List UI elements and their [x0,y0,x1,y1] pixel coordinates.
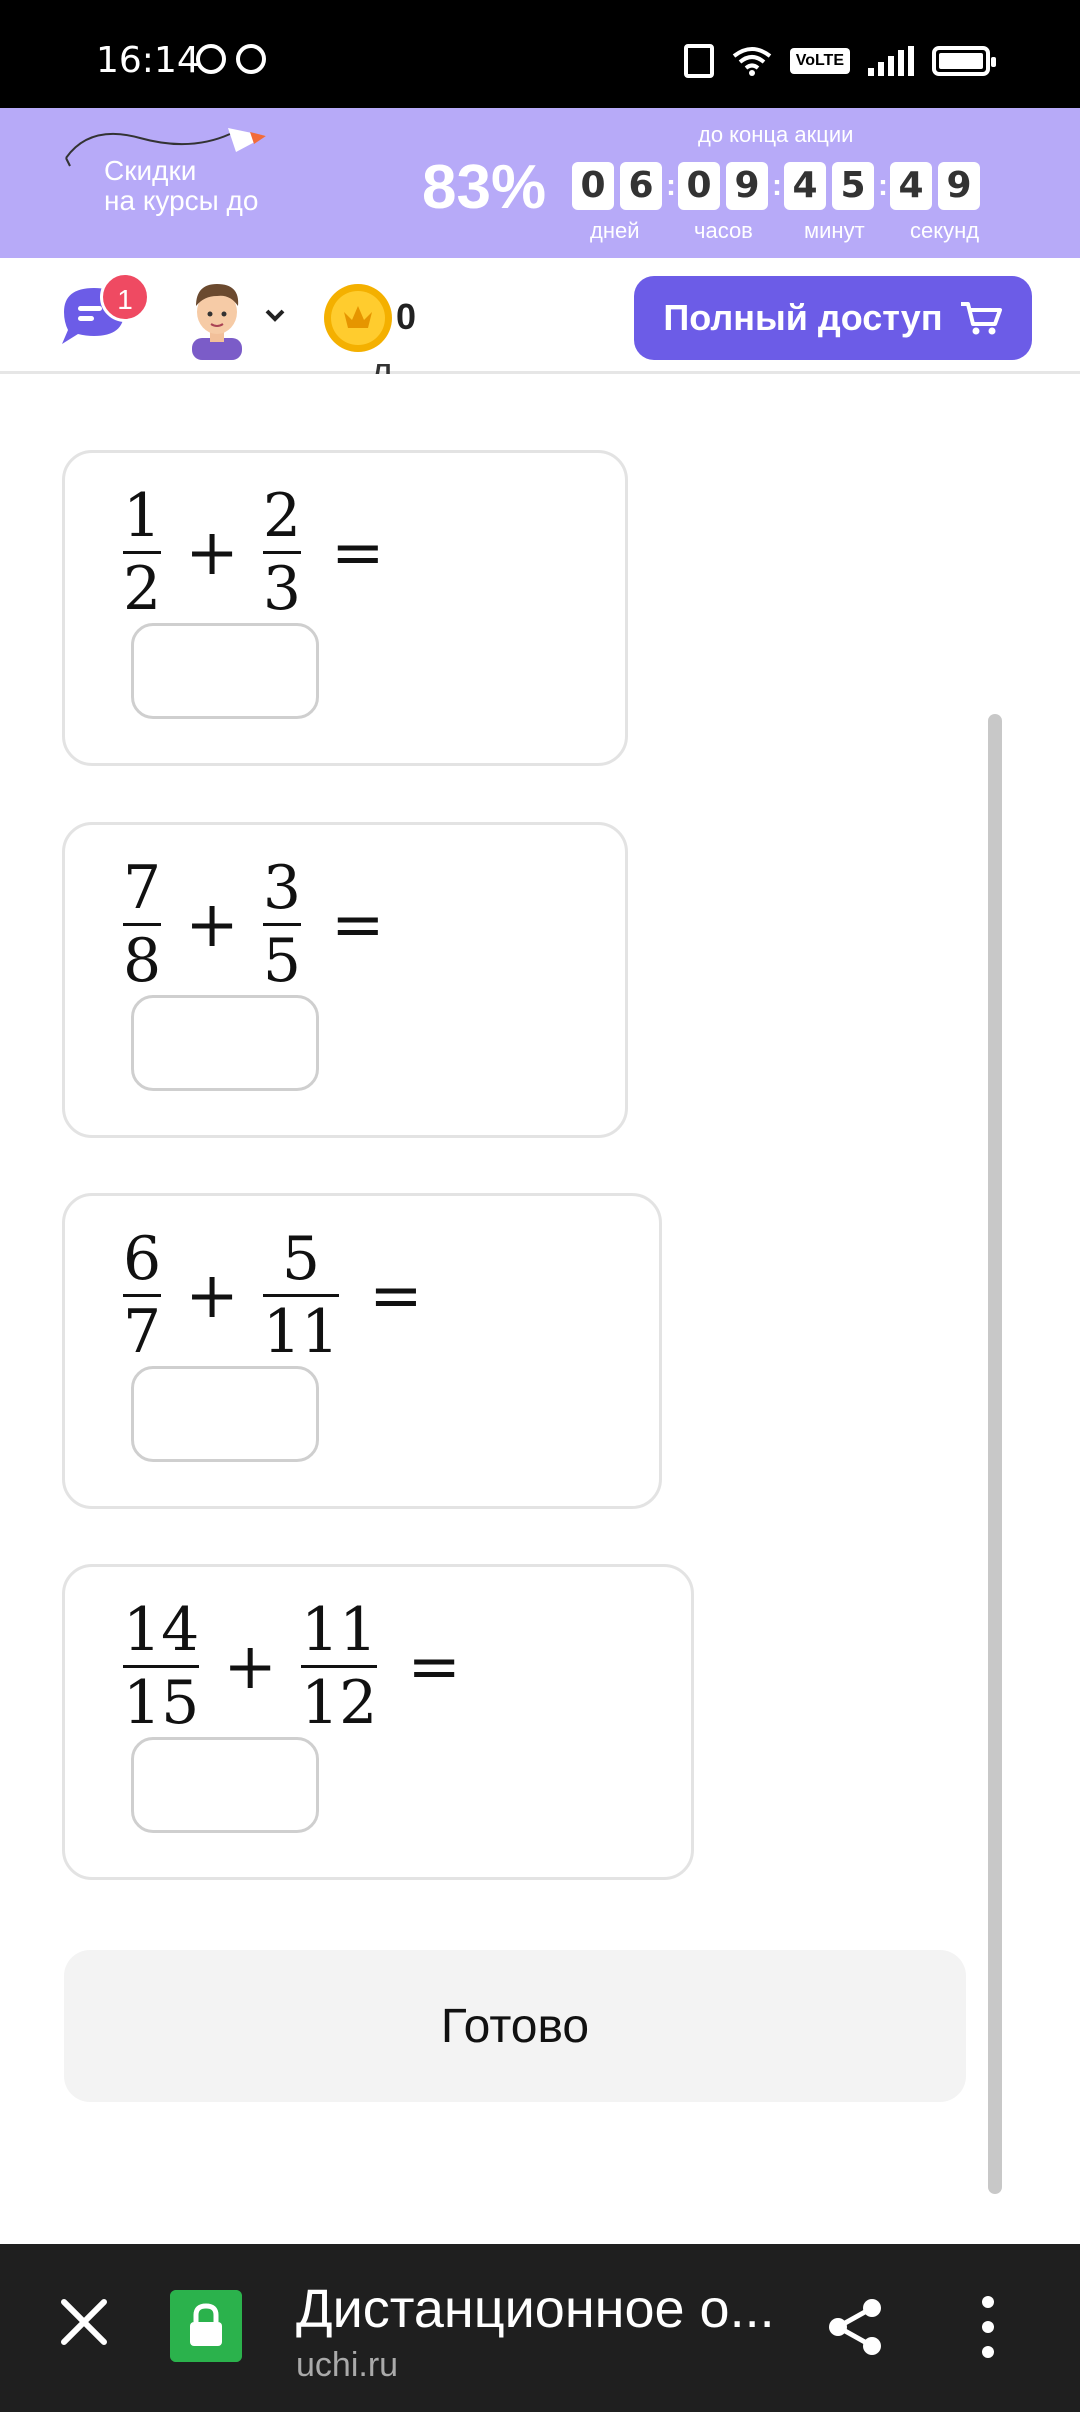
countdown-labels: дней часов минут секунд [0,218,1080,248]
fraction: 1 2 [121,483,163,622]
share-icon[interactable] [824,2296,886,2358]
numerator: 11 [300,1595,378,1665]
answer-input[interactable] [131,623,319,719]
fraction: 6 7 [121,1226,163,1365]
volte-icon: VoLTE [789,48,850,74]
countdown-digit: 9 [938,162,980,210]
task-card: 6 7 + 5 11 = [62,1193,662,1509]
fraction-expression: 6 7 + 5 11 = [121,1226,423,1365]
equals-sign: = [331,515,385,590]
coin-icon[interactable] [322,282,394,354]
whatsapp-icon [196,44,226,74]
equals-sign: = [331,887,385,962]
denominator: 7 [123,1297,162,1367]
countdown-digit: 5 [832,162,874,210]
avatar[interactable] [182,276,252,360]
countdown-digit: 4 [890,162,932,210]
fraction: 11 12 [299,1597,379,1736]
fraction: 7 8 [121,855,163,994]
more-vertical-icon[interactable] [980,2294,996,2360]
countdown-label-hours: часов [694,218,753,243]
countdown-label-seconds: секунд [910,218,980,243]
answer-input[interactable] [131,995,319,1091]
promo-text: Скидки на курсы до [104,156,258,216]
coin-count: 0 [396,296,417,337]
messenger-icon [236,44,266,74]
promo-banner[interactable]: Скидки на курсы до 83% до конца акции 0 … [0,108,1080,258]
scrollbar[interactable] [988,714,1002,2194]
status-notification-icons [196,44,266,74]
countdown-caption: до конца акции [698,122,854,147]
fraction-expression: 1 2 + 2 3 = [121,483,385,622]
plus-sign: + [223,1629,277,1704]
fraction-expression: 14 15 + 11 12 = [121,1597,461,1736]
numerator: 5 [281,1224,321,1294]
wifi-icon [732,47,771,76]
fraction: 2 3 [261,483,303,622]
status-bar: 16:14 VoLTE [0,0,1080,108]
done-button[interactable]: Готово [64,1950,966,2102]
plus-sign: + [185,515,239,590]
denominator: 8 [123,926,162,996]
promo-text-line1: Скидки [104,155,197,186]
numerator: 3 [262,853,301,923]
vibrate-icon [683,44,714,78]
task-card: 1 2 + 2 3 = [62,450,628,766]
partial-instruction-text: д , [370,350,416,374]
battery-icon [932,46,996,76]
page-domain[interactable]: uchi.ru [296,2346,398,2385]
countdown-digit: 0 [678,162,720,210]
countdown-digit: 0 [572,162,614,210]
denominator: 2 [123,554,162,624]
countdown-digit: 9 [726,162,768,210]
task-card: 7 8 + 3 5 = [62,822,628,1138]
lock-icon[interactable] [170,2290,242,2362]
denominator: 3 [262,554,301,624]
countdown-separator: : [666,169,676,202]
numerator: 6 [123,1224,162,1294]
full-access-button[interactable]: Полный доступ [634,276,1032,360]
status-time: 16:14 [96,40,200,81]
countdown-label-minutes: минут [804,218,865,243]
countdown-separator: : [772,169,782,202]
countdown-digit: 6 [620,162,662,210]
answer-input[interactable] [131,1737,319,1833]
promo-percent: 83% [422,153,547,222]
denominator: 5 [262,926,301,996]
fraction: 3 5 [261,855,303,994]
signal-icon [868,46,914,76]
countdown-digit: 4 [784,162,826,210]
fraction-expression: 7 8 + 3 5 = [121,855,385,994]
app-header: 1 0 Полный доступ [0,258,1080,374]
page-title[interactable]: Дистанционное о... [296,2278,775,2340]
numerator: 14 [123,1595,200,1665]
numerator: 1 [123,481,162,551]
plus-sign: + [185,1258,239,1333]
chevron-down-icon[interactable] [264,304,286,326]
numerator: 7 [123,853,162,923]
denominator: 12 [300,1668,378,1738]
status-indicators: VoLTE [683,44,996,78]
equals-sign: = [407,1629,461,1704]
fraction: 5 11 [261,1226,341,1365]
chat-badge: 1 [100,272,150,322]
promo-text-line2: на курсы до [104,185,259,216]
plus-sign: + [185,887,239,962]
fraction: 14 15 [121,1597,201,1736]
cart-icon [960,302,1002,335]
close-icon[interactable] [58,2296,110,2348]
numerator: 2 [262,481,301,551]
task-card: 14 15 + 11 12 = [62,1564,694,1880]
full-access-label: Полный доступ [663,297,943,338]
answer-input[interactable] [131,1366,319,1462]
countdown-label-days: дней [590,218,640,243]
denominator: 15 [123,1668,200,1738]
countdown-separator: : [878,169,888,202]
browser-bar: Дистанционное о... uchi.ru [0,2244,1080,2412]
equals-sign: = [369,1258,423,1333]
denominator: 11 [262,1297,340,1367]
countdown-timer: 0 6 : 0 9 : 4 5 : 4 9 [572,162,986,210]
